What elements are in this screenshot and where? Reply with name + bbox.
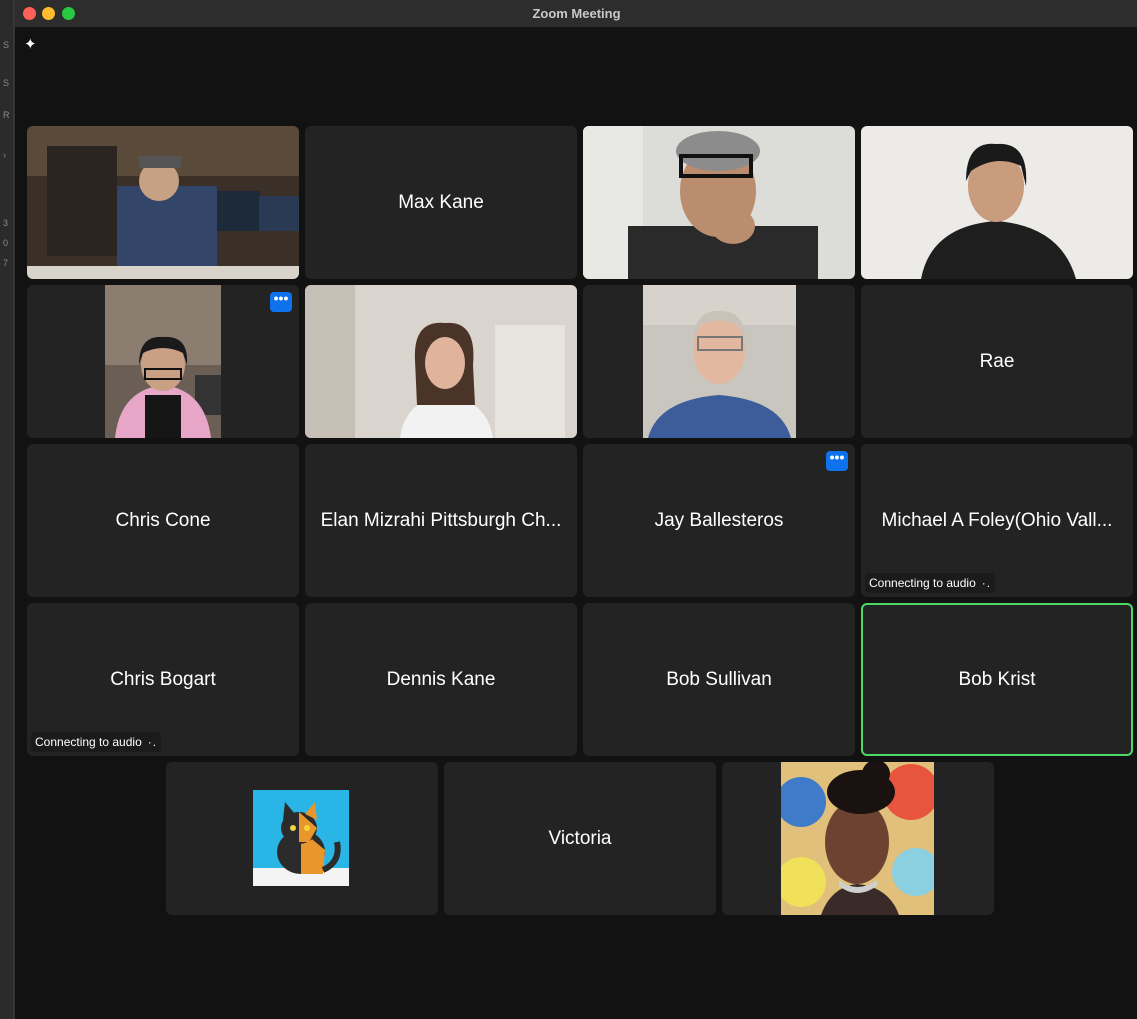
loading-dots-icon: ·. xyxy=(981,576,992,590)
participant-tile[interactable] xyxy=(583,285,855,438)
participant-tile[interactable]: Michael A Foley(Ohio Vall... Connecting … xyxy=(861,444,1133,597)
participant-tile[interactable] xyxy=(305,285,577,438)
participant-tile[interactable]: Chris Cone xyxy=(27,444,299,597)
audio-status-text: Connecting to audio xyxy=(35,735,142,749)
background-text: 0 xyxy=(3,238,9,248)
more-options-button[interactable]: ••• xyxy=(270,291,292,312)
participant-tile[interactable] xyxy=(583,126,855,279)
participant-name: Max Kane xyxy=(398,191,484,213)
background-app-edge: S S R › 3 0 7 xyxy=(0,0,14,1019)
background-text: R xyxy=(3,110,10,120)
participant-tile[interactable] xyxy=(27,126,299,279)
participant-tile[interactable]: Rae xyxy=(861,285,1133,438)
participant-name: Bob Sullivan xyxy=(666,668,772,690)
more-options-button[interactable]: ••• xyxy=(826,450,848,471)
participant-tile[interactable] xyxy=(722,762,994,915)
background-text: S xyxy=(3,40,10,50)
participant-name: Victoria xyxy=(548,827,612,849)
participant-tile-active-speaker[interactable]: Bob Krist xyxy=(861,603,1133,756)
zoom-meeting-window: Zoom Meeting ✦ Max Kane ••• Rae Chris Co… xyxy=(14,0,1137,1019)
participant-tile[interactable]: Elan Mizrahi Pittsburgh Ch... xyxy=(305,444,577,597)
participant-name: Chris Cone xyxy=(115,509,211,531)
participant-tile[interactable] xyxy=(166,762,438,915)
cat-avatar xyxy=(253,790,349,886)
ai-companion-sparkle-icon[interactable]: ✦ xyxy=(24,37,40,53)
participant-name: Bob Krist xyxy=(958,668,1036,690)
participant-name: Rae xyxy=(979,350,1015,372)
participant-tile[interactable]: ••• xyxy=(27,285,299,438)
participant-tile[interactable]: Bob Sullivan xyxy=(583,603,855,756)
title-bar: Zoom Meeting xyxy=(15,0,1137,28)
loading-dots-icon: ·. xyxy=(147,735,158,749)
window-title: Zoom Meeting xyxy=(532,6,621,21)
audio-status: Connecting to audio ·. xyxy=(31,732,162,752)
participant-name: Dennis Kane xyxy=(386,668,496,690)
participant-video xyxy=(643,285,796,438)
participant-video xyxy=(105,285,221,438)
participant-name: Chris Bogart xyxy=(110,668,216,690)
participant-tile[interactable]: Chris Bogart Connecting to audio ·. xyxy=(27,603,299,756)
participant-name: Michael A Foley(Ohio Vall... xyxy=(881,509,1113,531)
participant-tile[interactable]: Max Kane xyxy=(305,126,577,279)
portrait-avatar xyxy=(781,762,934,915)
background-text: S xyxy=(3,78,10,88)
participant-video xyxy=(305,285,577,438)
background-text: 7 xyxy=(3,258,9,268)
participant-name: Elan Mizrahi Pittsburgh Ch... xyxy=(320,509,562,531)
participant-tile[interactable]: Jay Ballesteros ••• xyxy=(583,444,855,597)
participant-video xyxy=(583,126,855,279)
participant-tile[interactable]: Dennis Kane xyxy=(305,603,577,756)
audio-status-text: Connecting to audio xyxy=(869,576,976,590)
participant-video xyxy=(861,126,1133,279)
participant-tile[interactable] xyxy=(861,126,1133,279)
audio-status: Connecting to audio ·. xyxy=(865,573,996,593)
participant-tile[interactable]: Victoria xyxy=(444,762,716,915)
participant-name: Jay Ballesteros xyxy=(654,509,784,531)
background-text: › xyxy=(3,150,6,160)
background-text: 3 xyxy=(3,218,9,228)
participant-video xyxy=(27,126,299,279)
